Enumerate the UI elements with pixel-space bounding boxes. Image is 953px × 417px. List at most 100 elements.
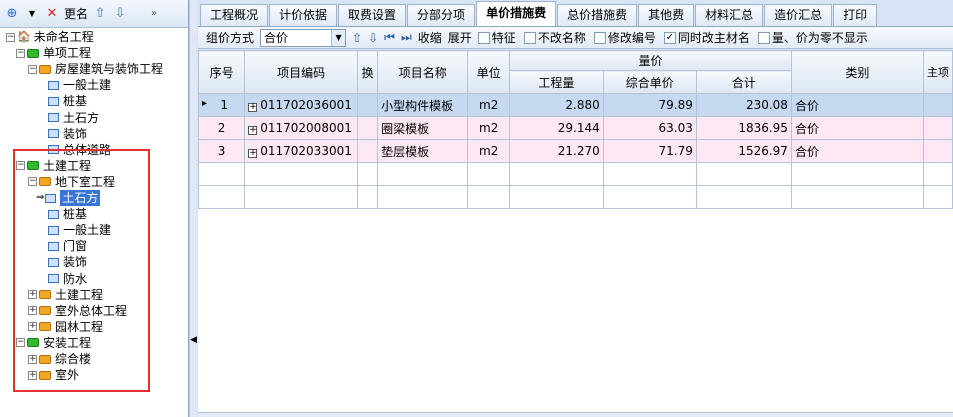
- cell-total[interactable]: 230.08: [695, 93, 792, 117]
- cell-main[interactable]: [922, 139, 953, 163]
- cell-name[interactable]: 小型构件模板: [377, 93, 469, 117]
- tree-node[interactable]: 一般土建: [48, 77, 111, 93]
- cell-unit[interactable]: m2: [467, 116, 510, 140]
- checkbox-box[interactable]: [523, 31, 536, 44]
- collapse-icon[interactable]: −: [16, 48, 25, 58]
- cell-qty[interactable]: 29.144: [508, 116, 604, 140]
- tree-node[interactable]: − 🏠 未命名工程: [6, 29, 94, 45]
- rename-button[interactable]: 更名: [64, 5, 88, 22]
- cell-price[interactable]: 63.03: [602, 116, 697, 140]
- dropdown-arrow-icon[interactable]: ▼: [24, 6, 40, 22]
- tab-9[interactable]: 打印: [833, 4, 878, 26]
- table-row[interactable]: ▸ 1 +011702036001 小型构件模板 m2 2.880 79.89 230.08 合…: [198, 93, 953, 117]
- checkbox-box[interactable]: [593, 31, 606, 44]
- header-category[interactable]: 类别: [790, 50, 924, 94]
- option-checkbox[interactable]: 修改编号: [593, 29, 656, 46]
- tree-node[interactable]: 装饰: [48, 126, 87, 142]
- cell-swap[interactable]: [357, 93, 379, 117]
- cell-name[interactable]: 垫层模板: [377, 139, 469, 163]
- checkbox-label: 同时改主材名: [677, 31, 750, 45]
- tree-node[interactable]: 桩基: [48, 93, 87, 109]
- cell-category[interactable]: 合价: [790, 93, 924, 117]
- cell-price[interactable]: 79.89: [602, 93, 697, 117]
- cell-qty[interactable]: 2.880: [508, 93, 604, 117]
- tree-node[interactable]: − 房屋建筑与装饰工程: [28, 61, 163, 77]
- header-seq[interactable]: 序号: [198, 50, 246, 94]
- tab-7[interactable]: 材料汇总: [695, 4, 764, 26]
- tab-2[interactable]: 取费设置: [338, 4, 407, 26]
- move-up-icon[interactable]: ⇧: [92, 6, 108, 22]
- tab-3[interactable]: 分部分项: [407, 4, 476, 26]
- move-down-icon[interactable]: ⇩: [112, 6, 128, 22]
- collapse-button[interactable]: 收缩: [418, 29, 442, 46]
- option-checkbox[interactable]: 不改名称: [523, 29, 586, 46]
- cell-seq[interactable]: 3: [198, 139, 246, 163]
- header-main[interactable]: 主项: [922, 50, 953, 94]
- move-up-icon[interactable]: ⇧: [352, 31, 362, 45]
- tab-1[interactable]: 计价依据: [269, 4, 338, 26]
- cell-unit[interactable]: m2: [467, 139, 510, 163]
- empty-cell: [244, 185, 359, 209]
- cell-name[interactable]: 圈梁模板: [377, 116, 469, 140]
- option-checkbox[interactable]: ✓ 同时改主材名: [663, 29, 750, 46]
- expand-row-icon[interactable]: +: [248, 103, 258, 112]
- expand-button[interactable]: 展开: [448, 29, 472, 46]
- tree-node[interactable]: 土石方: [48, 110, 99, 126]
- cell-price[interactable]: 71.79: [602, 139, 697, 163]
- empty-cell: [198, 185, 246, 209]
- panel-splitter[interactable]: ◀: [189, 0, 197, 417]
- cell-code[interactable]: +011702008001: [244, 116, 359, 140]
- tab-6[interactable]: 其他费: [638, 4, 695, 26]
- method-select[interactable]: 合价 ▼: [260, 28, 347, 47]
- cell-seq[interactable]: 2: [198, 116, 246, 140]
- cell-swap[interactable]: [357, 139, 379, 163]
- header-unit[interactable]: 单位: [467, 50, 510, 94]
- cell-main[interactable]: [922, 116, 953, 140]
- move-first-icon[interactable]: ⏮: [384, 30, 395, 45]
- tree-node[interactable]: − 单项工程: [16, 45, 91, 61]
- checkbox-box[interactable]: ✓: [663, 31, 676, 44]
- delete-icon[interactable]: ✕: [44, 6, 60, 22]
- cell-code[interactable]: +011702036001: [244, 93, 359, 117]
- expand-row-icon[interactable]: +: [248, 149, 258, 158]
- cell-category[interactable]: 合价: [790, 116, 924, 140]
- tab-8[interactable]: 造价汇总: [764, 4, 833, 26]
- collapse-icon[interactable]: −: [28, 64, 37, 74]
- tab-5[interactable]: 总价措施费: [557, 4, 638, 26]
- empty-cell: [922, 162, 953, 186]
- header-qty[interactable]: 工程量: [508, 70, 604, 94]
- header-code[interactable]: 项目编码: [244, 50, 359, 94]
- cell-main[interactable]: [922, 93, 953, 117]
- checkbox-box[interactable]: [757, 31, 770, 44]
- cell-code[interactable]: +011702033001: [244, 139, 359, 163]
- cell-qty[interactable]: 21.270: [508, 139, 604, 163]
- chevron-down-icon[interactable]: ▼: [331, 29, 346, 46]
- table-row[interactable]: 3 +011702033001 垫层模板 m2 21.270 71.79 1526.97 合价: [198, 139, 953, 163]
- cell-total[interactable]: 1836.95: [695, 116, 792, 140]
- cell-swap[interactable]: [357, 116, 379, 140]
- move-last-icon[interactable]: ⏭: [401, 30, 412, 45]
- empty-cell: [508, 185, 604, 209]
- cell-unit[interactable]: m2: [467, 93, 510, 117]
- checkbox-label: 不改名称: [537, 31, 586, 45]
- header-name[interactable]: 项目名称: [377, 50, 469, 94]
- cell-category[interactable]: 合价: [790, 139, 924, 163]
- add-icon[interactable]: ⊕: [4, 6, 20, 22]
- collapse-icon[interactable]: −: [6, 32, 15, 42]
- header-swap[interactable]: 换: [357, 50, 379, 94]
- expand-row-icon[interactable]: +: [248, 126, 258, 135]
- header-price[interactable]: 综合单价: [602, 70, 697, 94]
- cell-total[interactable]: 1526.97: [695, 139, 792, 163]
- header-total[interactable]: 合计: [695, 70, 792, 94]
- cell-seq[interactable]: ▸ 1: [198, 93, 246, 117]
- move-down-icon[interactable]: ⇩: [368, 31, 378, 45]
- tab-4[interactable]: 单价措施费: [476, 1, 557, 26]
- checkbox-box[interactable]: [477, 31, 490, 44]
- table-row[interactable]: 2 +011702008001 圈梁模板 m2 29.144 63.03 1836.95 合价: [198, 116, 953, 140]
- option-checkbox[interactable]: 特征: [477, 29, 516, 46]
- tab-0[interactable]: 工程概况: [200, 4, 269, 26]
- option-checkbox[interactable]: 量、价为零不显示: [757, 29, 868, 46]
- horizontal-scrollbar[interactable]: [198, 412, 953, 417]
- splitter-arrow-icon[interactable]: ◀: [190, 335, 197, 345]
- collapse-panel-icon[interactable]: »: [146, 6, 162, 22]
